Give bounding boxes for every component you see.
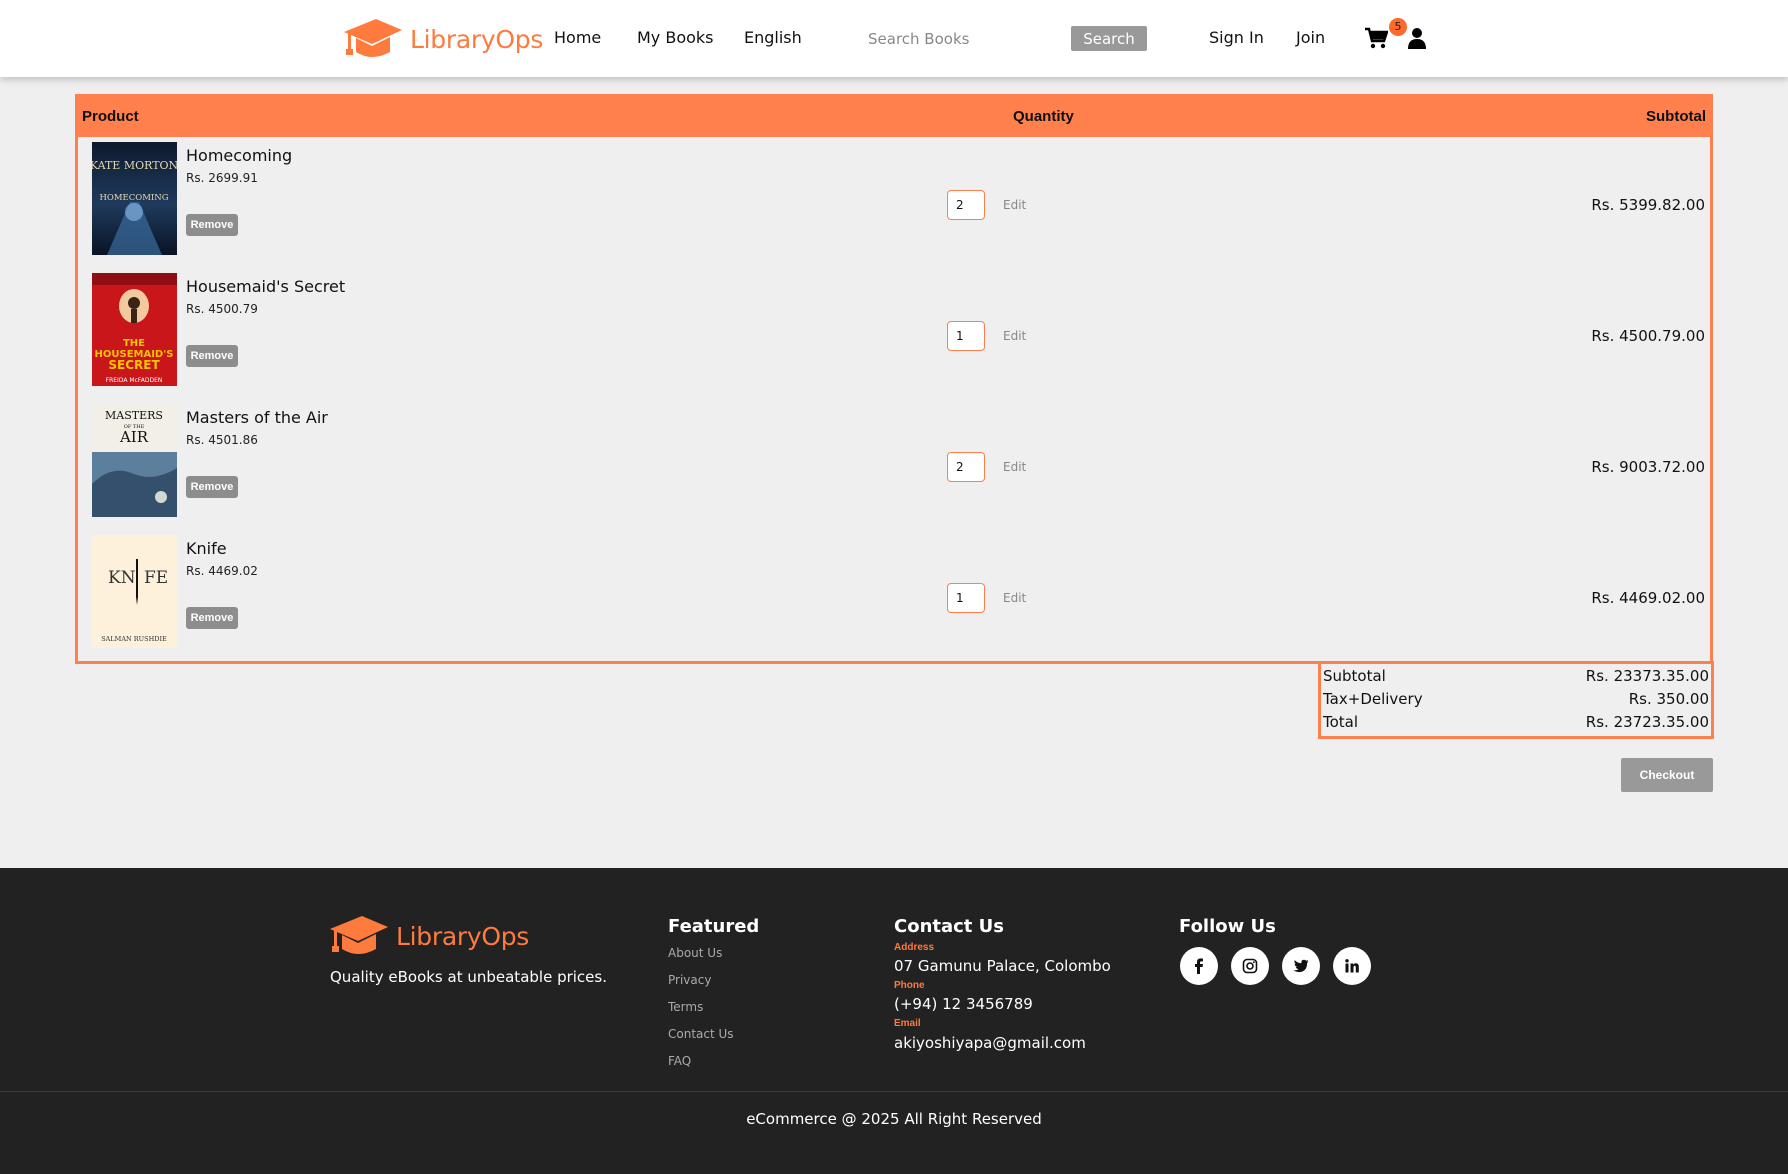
- graduation-cap-icon: [330, 916, 388, 954]
- address-value: 07 Gamunu Palace, Colombo: [894, 957, 1111, 975]
- footer-link-privacy[interactable]: Privacy: [668, 973, 711, 987]
- footer-divider: [0, 1091, 1788, 1092]
- svg-text:KN: KN: [108, 568, 136, 588]
- row-subtotal: Rs. 4469.02.00: [1591, 589, 1705, 607]
- phone-value: (+94) 12 3456789: [894, 995, 1033, 1013]
- cart-row: THE HOUSEMAID'S SECRET FREIDA McFADDEN H…: [78, 268, 1710, 399]
- product-price: Rs. 4500.79: [186, 302, 258, 316]
- user-icon[interactable]: [1406, 27, 1428, 49]
- site-footer: LibraryOps Quality eBooks at unbeatable …: [0, 868, 1788, 1174]
- contact-heading: Contact Us: [894, 916, 1005, 937]
- row-subtotal: Rs. 4500.79.00: [1591, 327, 1705, 345]
- svg-text:FE: FE: [144, 568, 168, 588]
- quantity-input[interactable]: [947, 452, 985, 482]
- subtotal-label: Subtotal: [1323, 667, 1386, 685]
- cart-row: MASTERS OF THE AIR Masters of the Air Rs…: [78, 399, 1710, 530]
- graduation-cap-icon: [344, 19, 402, 57]
- remove-button[interactable]: Remove: [186, 214, 238, 236]
- product-price: Rs. 2699.91: [186, 171, 258, 185]
- subtotal-value: Rs. 23373.35.00: [1585, 667, 1709, 685]
- nav-language[interactable]: English: [744, 28, 802, 47]
- cover-title: HOMECOMING: [99, 193, 168, 203]
- footer-brand-name: LibraryOps: [396, 921, 529, 951]
- sign-in-link[interactable]: Sign In: [1209, 28, 1264, 47]
- book-cover-masters-of-the-air: MASTERS OF THE AIR: [92, 404, 177, 517]
- cover-author: KATE MORTON: [92, 159, 177, 172]
- column-header-subtotal: Subtotal: [1646, 108, 1706, 125]
- svg-text:MASTERS: MASTERS: [105, 409, 163, 422]
- footer-link-contact[interactable]: Contact Us: [668, 1027, 734, 1041]
- remove-button[interactable]: Remove: [186, 345, 238, 367]
- instagram-icon[interactable]: [1231, 947, 1269, 985]
- quantity-input[interactable]: [947, 321, 985, 351]
- featured-heading: Featured: [668, 916, 760, 937]
- cart-row: KN FE SALMAN RUSHDIE Knife Rs. 4469.02 R…: [78, 530, 1710, 661]
- twitter-icon[interactable]: [1282, 947, 1320, 985]
- facebook-icon[interactable]: [1180, 947, 1218, 985]
- row-subtotal: Rs. 5399.82.00: [1591, 196, 1705, 214]
- cart-table-header: Product Quantity Subtotal: [78, 97, 1710, 137]
- column-header-product: Product: [82, 108, 139, 125]
- shopping-cart-icon[interactable]: [1364, 26, 1388, 50]
- svg-text:AIR: AIR: [119, 428, 149, 446]
- remove-button[interactable]: Remove: [186, 607, 238, 629]
- remove-button[interactable]: Remove: [186, 476, 238, 498]
- footer-link-terms[interactable]: Terms: [668, 1000, 703, 1014]
- edit-quantity-link[interactable]: Edit: [1003, 591, 1026, 605]
- product-name[interactable]: Masters of the Air: [186, 408, 328, 427]
- product-name[interactable]: Housemaid's Secret: [186, 277, 345, 296]
- svg-text:THE: THE: [123, 338, 145, 349]
- brand-logo[interactable]: LibraryOps: [342, 16, 543, 62]
- join-link[interactable]: Join: [1296, 28, 1325, 47]
- book-cover-homecoming: KATE MORTON HOMECOMING: [92, 142, 177, 255]
- cart-table: Product Quantity Subtotal KATE MORTON HO…: [75, 94, 1713, 664]
- column-header-quantity: Quantity: [1013, 108, 1074, 125]
- email-value[interactable]: akiyoshiyapa@gmail.com: [894, 1034, 1086, 1052]
- footer-tagline: Quality eBooks at unbeatable prices.: [330, 968, 607, 986]
- cart-count-badge: 5: [1389, 18, 1407, 36]
- product-price: Rs. 4501.86: [186, 433, 258, 447]
- cart-row: KATE MORTON HOMECOMING Homecoming Rs. 26…: [78, 137, 1710, 268]
- search-button[interactable]: Search: [1071, 26, 1147, 51]
- edit-quantity-link[interactable]: Edit: [1003, 460, 1026, 474]
- product-price: Rs. 4469.02: [186, 564, 258, 578]
- edit-quantity-link[interactable]: Edit: [1003, 198, 1026, 212]
- row-subtotal: Rs. 9003.72.00: [1591, 458, 1705, 476]
- footer-link-about[interactable]: About Us: [668, 946, 722, 960]
- order-totals: Subtotal Rs. 23373.35.00 Tax+Delivery Rs…: [1318, 661, 1714, 739]
- cover-author: FREIDA McFADDEN: [106, 377, 163, 384]
- tax-value: Rs. 350.00: [1628, 690, 1709, 708]
- product-name[interactable]: Homecoming: [186, 146, 292, 165]
- linkedin-icon[interactable]: [1333, 947, 1371, 985]
- total-label: Total: [1323, 713, 1359, 731]
- top-navbar: LibraryOps Home My Books English Search …: [0, 0, 1788, 77]
- nav-home[interactable]: Home: [554, 28, 601, 47]
- checkout-button[interactable]: Checkout: [1621, 758, 1713, 792]
- copyright-text: eCommerce @ 2025 All Right Reserved: [746, 1110, 1042, 1128]
- footer-brand-logo[interactable]: LibraryOps: [328, 913, 529, 959]
- cover-author: SALMAN RUSHDIE: [101, 635, 167, 643]
- total-value: Rs. 23723.35.00: [1585, 713, 1709, 731]
- quantity-input[interactable]: [947, 190, 985, 220]
- address-label: Address: [894, 942, 935, 953]
- follow-heading: Follow Us: [1179, 916, 1276, 937]
- email-label: Email: [894, 1018, 921, 1029]
- phone-label: Phone: [894, 980, 925, 991]
- nav-my-books[interactable]: My Books: [637, 28, 714, 47]
- book-cover-housemaids-secret: THE HOUSEMAID'S SECRET FREIDA McFADDEN: [92, 273, 177, 386]
- brand-name: LibraryOps: [410, 24, 543, 54]
- quantity-input[interactable]: [947, 583, 985, 613]
- footer-link-faq[interactable]: FAQ: [668, 1054, 691, 1068]
- edit-quantity-link[interactable]: Edit: [1003, 329, 1026, 343]
- product-name[interactable]: Knife: [186, 539, 227, 558]
- svg-text:SECRET: SECRET: [108, 358, 160, 372]
- tax-label: Tax+Delivery: [1323, 690, 1423, 708]
- search-input[interactable]: [858, 24, 1058, 54]
- book-cover-knife: KN FE SALMAN RUSHDIE: [92, 535, 177, 648]
